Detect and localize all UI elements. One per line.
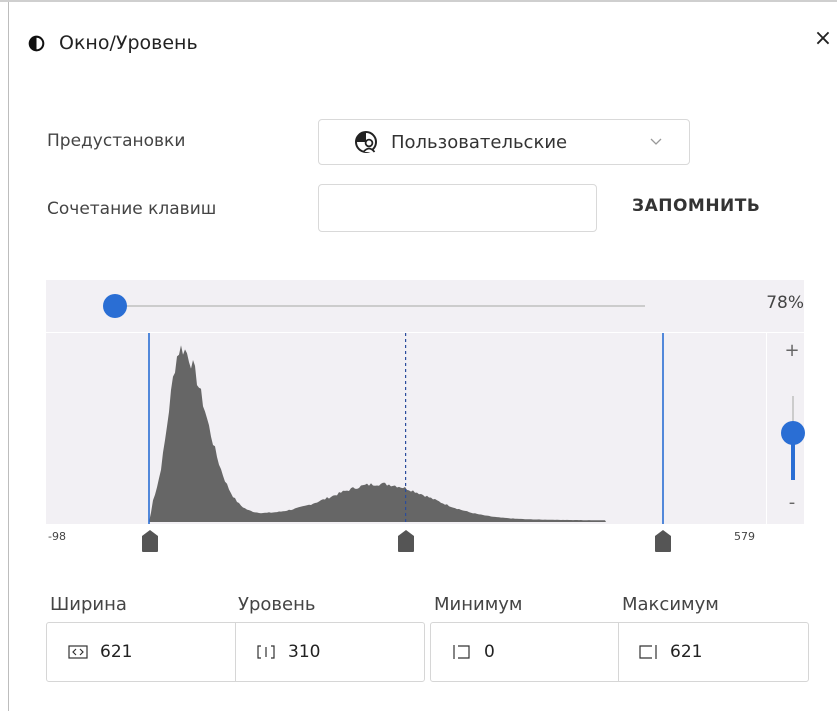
histogram-area bbox=[149, 345, 606, 522]
axis-max-label: 579 bbox=[734, 530, 755, 543]
custom-preset-icon bbox=[355, 131, 377, 153]
min-max-divider bbox=[618, 622, 619, 682]
width-icon bbox=[68, 645, 88, 659]
minimum-icon bbox=[453, 645, 470, 659]
maximum-field[interactable]: 621 bbox=[638, 623, 808, 681]
minimum-label: Минимум bbox=[434, 594, 523, 615]
presets-dropdown[interactable]: Пользовательские bbox=[318, 119, 690, 165]
window-center-handle[interactable] bbox=[395, 529, 417, 553]
maximum-label: Максимум bbox=[622, 594, 719, 615]
window-level-dialog: Окно/Уровень × Предустановки Пользовател… bbox=[0, 0, 837, 711]
window-high-handle[interactable] bbox=[652, 529, 674, 553]
presets-selected-value: Пользовательские bbox=[391, 131, 568, 153]
opacity-slider-thumb[interactable] bbox=[103, 294, 127, 318]
zoom-strip-divider bbox=[766, 333, 767, 524]
width-label: Ширина bbox=[50, 594, 127, 615]
shortcut-label: Сочетание клавиш bbox=[47, 199, 217, 219]
close-button[interactable]: × bbox=[812, 24, 834, 54]
maximum-value: 621 bbox=[670, 642, 703, 662]
axis-min-label: -98 bbox=[48, 530, 66, 543]
zoom-slider-thumb[interactable] bbox=[781, 421, 805, 445]
level-value: 310 bbox=[288, 642, 321, 662]
width-value: 621 bbox=[100, 642, 133, 662]
minimum-value: 0 bbox=[484, 642, 495, 662]
zoom-out-button[interactable]: - bbox=[780, 492, 804, 518]
half-circle-icon bbox=[28, 35, 45, 51]
dialog-top-border bbox=[0, 0, 837, 2]
level-icon bbox=[257, 645, 275, 659]
dialog-title: Окно/Уровень bbox=[59, 32, 198, 54]
histogram-plot bbox=[148, 333, 664, 524]
shortcut-input[interactable] bbox=[318, 184, 597, 232]
dialog-header: Окно/Уровень bbox=[28, 26, 198, 60]
chevron-down-icon bbox=[650, 138, 662, 145]
level-field[interactable]: 310 bbox=[256, 623, 424, 681]
maximum-icon bbox=[639, 645, 657, 659]
dialog-left-border bbox=[8, 2, 9, 711]
width-field[interactable]: 621 bbox=[68, 623, 234, 681]
opacity-percent: 78% bbox=[766, 293, 804, 313]
zoom-in-button[interactable]: + bbox=[780, 340, 804, 366]
level-label: Уровень bbox=[238, 594, 316, 615]
minimum-field[interactable]: 0 bbox=[452, 623, 617, 681]
presets-label: Предустановки bbox=[47, 131, 186, 151]
remember-button[interactable]: ЗАПОМНИТЬ bbox=[632, 196, 760, 216]
window-low-handle[interactable] bbox=[139, 529, 161, 553]
width-level-divider bbox=[235, 622, 236, 682]
opacity-slider-track[interactable] bbox=[115, 305, 645, 307]
